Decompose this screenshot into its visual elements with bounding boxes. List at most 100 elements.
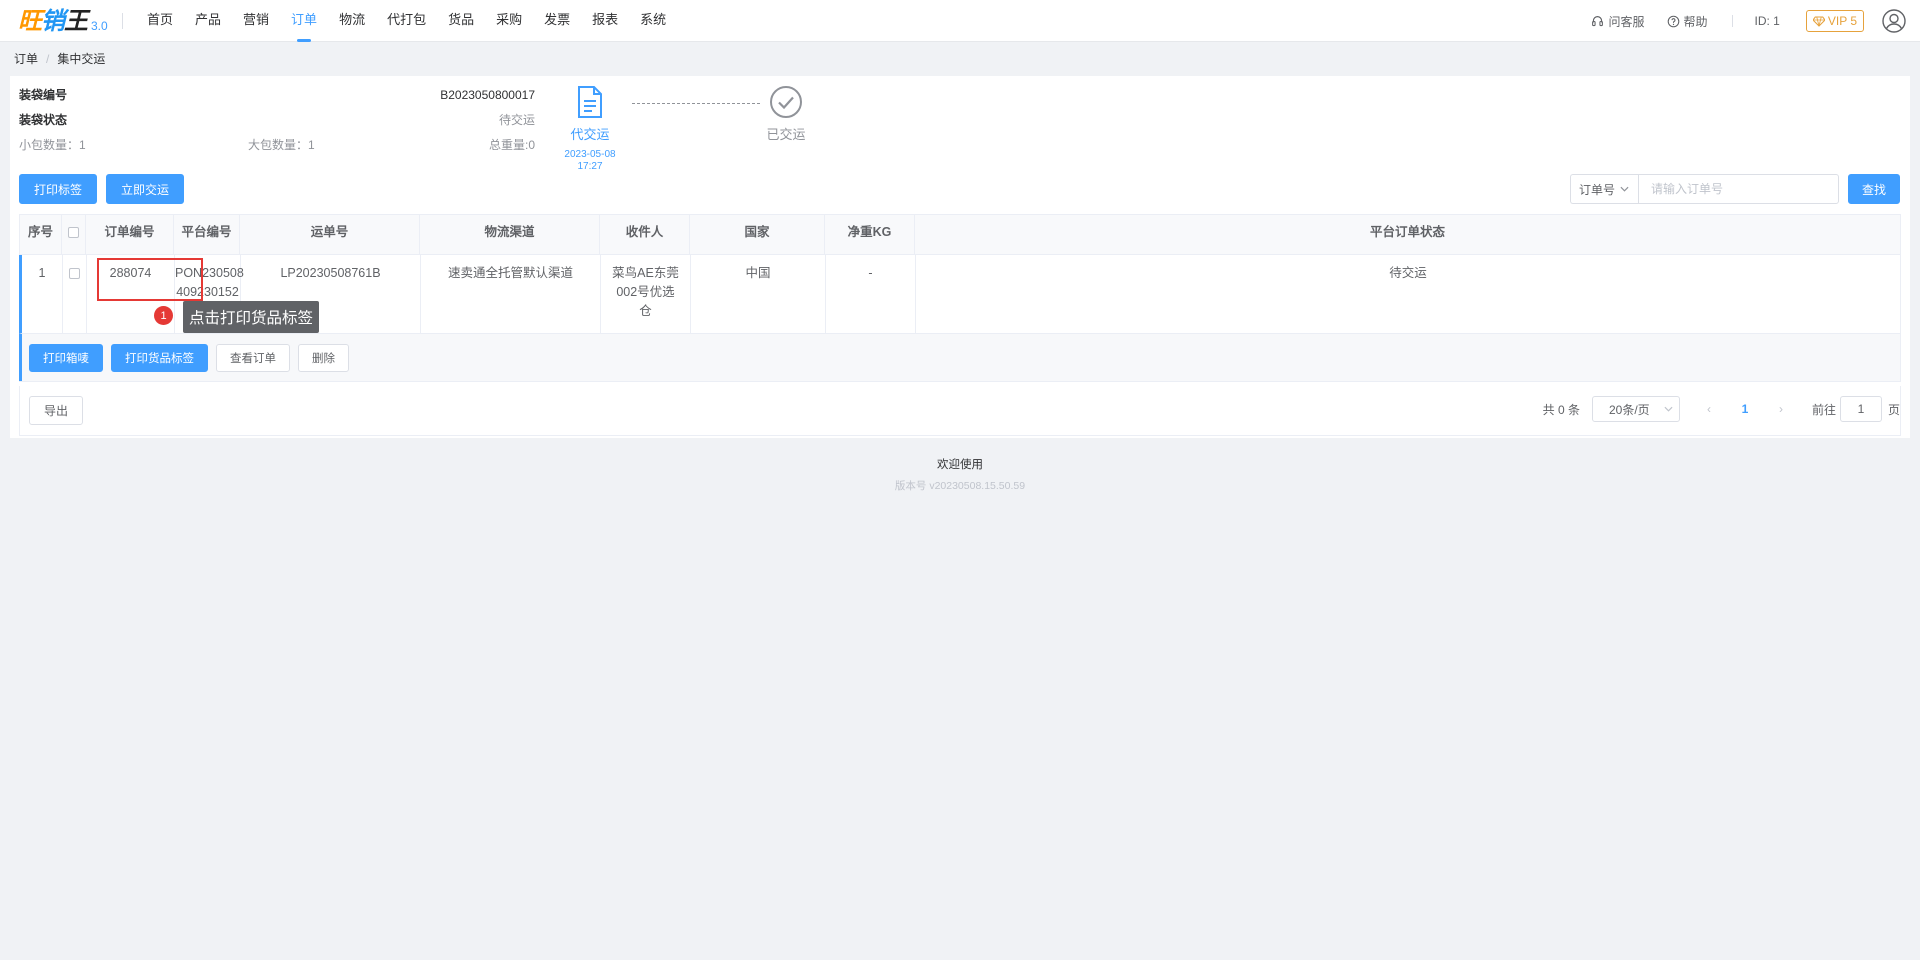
breadcrumb: 订单 / 集中交运: [14, 50, 105, 67]
breadcrumb-separator: /: [46, 51, 50, 66]
find-button[interactable]: 查找: [1847, 174, 1900, 204]
current-page[interactable]: 1: [1730, 402, 1760, 416]
step-pending-time-line: 17:27: [577, 161, 603, 172]
bag-number-label: 装袋编号: [19, 88, 68, 102]
col-header-index: 序号: [20, 215, 62, 254]
nav-item-home[interactable]: 首页: [136, 0, 184, 42]
step-pending-date: 2023-05-08 17:27: [550, 149, 630, 173]
order-search: 订单号 查找: [1569, 174, 1900, 204]
chevron-down-icon: [1620, 186, 1629, 192]
nav-item-orders[interactable]: 订单: [280, 0, 328, 42]
help-circle-icon: [1667, 15, 1679, 27]
bag-number-value: B2023050800017: [440, 88, 535, 102]
page-size-label: 20条/页: [1608, 402, 1650, 417]
print-goods-label-button[interactable]: 打印货品标签: [111, 343, 208, 372]
bag-status-row: 装袋状态 待交运: [19, 109, 535, 134]
logo-mark: 旺销王: [18, 6, 88, 35]
logo-version: 3.0: [91, 19, 108, 33]
bag-status-label: 装袋状态: [19, 113, 68, 127]
nav-item-purchase[interactable]: 采购: [485, 0, 533, 42]
app-logo[interactable]: 旺销王 3.0: [18, 6, 108, 36]
step-pending-title: 代交运: [570, 127, 610, 142]
step-shipped-title: 已交运: [766, 127, 806, 142]
footer-welcome: 欢迎使用: [937, 459, 983, 471]
goto-page: 前往 页: [1812, 396, 1900, 422]
col-header-platform-no: 平台编号: [174, 215, 240, 254]
bag-info: 装袋编号 B2023050800017 装袋状态 待交运 小包数量：1 大包数量…: [19, 84, 535, 156]
document-icon: [578, 86, 602, 118]
nav-item-goods[interactable]: 货品: [437, 0, 485, 42]
table-header: 序号 订单编号 平台编号 运单号 物流渠道 收件人 国家 净重KG 平台订单状态: [20, 215, 1900, 255]
diamond-icon: [1812, 15, 1825, 27]
big-package-count: 大包数量：1: [248, 138, 315, 152]
nav-item-marketing[interactable]: 营销: [232, 0, 280, 42]
view-order-button[interactable]: 查看订单: [216, 343, 290, 372]
breadcrumb-root[interactable]: 订单: [14, 50, 38, 67]
export-button[interactable]: 导出: [29, 396, 84, 425]
user-avatar-icon[interactable]: [1882, 9, 1906, 33]
vip-badge[interactable]: VIP 5: [1805, 10, 1864, 32]
nav-item-reports[interactable]: 报表: [581, 0, 629, 42]
small-package-count: 小包数量：1: [19, 138, 86, 152]
step-connector: [632, 103, 760, 104]
print-label-button[interactable]: 打印标签: [19, 174, 98, 204]
customer-service-label: 问客服: [1608, 14, 1645, 29]
cell-recipient: 菜鸟AE东莞 002号优选 仓: [601, 255, 691, 333]
nav-item-invoice[interactable]: 发票: [533, 0, 581, 42]
step-pending: 代交运 2023-05-08 17:27: [550, 84, 630, 173]
order-number-input[interactable]: [1637, 174, 1839, 204]
col-header-channel: 物流渠道: [420, 215, 600, 254]
nav-item-products[interactable]: 产品: [184, 0, 232, 42]
page-size-select[interactable]: 20条/页: [1591, 396, 1680, 422]
help-link[interactable]: 帮助: [1667, 13, 1708, 30]
cell-country: 中国: [691, 255, 826, 333]
next-page-button[interactable]: ›: [1768, 402, 1794, 416]
col-header-country: 国家: [690, 215, 825, 254]
help-label: 帮助: [1683, 14, 1708, 29]
cell-net-weight: -: [826, 255, 916, 333]
total-count: 共 0 条: [1542, 402, 1580, 417]
print-shipping-mark-button[interactable]: 打印箱唛: [29, 343, 103, 372]
delete-button[interactable]: 删除: [298, 343, 349, 372]
prev-page-button[interactable]: ‹: [1696, 402, 1722, 416]
col-header-platform-status: 平台订单状态: [1369, 225, 1445, 239]
header-divider: [1731, 15, 1733, 27]
customer-service-link[interactable]: 问客服: [1591, 13, 1645, 30]
search-field-select[interactable]: 订单号: [1569, 174, 1638, 204]
pagination: 共 0 条 20条/页 ‹ 1 › 前往 页: [1543, 396, 1900, 422]
col-header-select: [62, 215, 86, 254]
recipient-line1: 菜鸟AE东莞: [612, 266, 679, 280]
select-all-checkbox[interactable]: [68, 227, 79, 239]
main-panel: 装袋编号 B2023050800017 装袋状态 待交运 小包数量：1 大包数量…: [10, 76, 1910, 438]
nav-item-logistics[interactable]: 物流: [328, 0, 376, 42]
top-navigation-bar: 旺销王 3.0 首页 产品 营销 订单 物流 代打包 货品 采购 发票 报表 系…: [0, 0, 1920, 42]
bag-number-row: 装袋编号 B2023050800017: [19, 84, 535, 109]
search-field-label: 订单号: [1578, 182, 1615, 197]
footer-version: 版本号 v20230508.15.50.59: [894, 480, 1026, 492]
header-right: 问客服 帮助 ID: 1 VIP 5: [1569, 0, 1906, 42]
col-header-waybill-no: 运单号: [240, 215, 420, 254]
row-checkbox[interactable]: [69, 268, 80, 280]
nav-item-packing[interactable]: 代打包: [376, 0, 437, 42]
col-header-net-weight: 净重KG: [825, 215, 915, 254]
goto-page-input[interactable]: [1839, 396, 1882, 422]
tooltip-instruction: 点击打印货品标签: [183, 301, 320, 333]
logo-divider: [122, 13, 123, 29]
row-actions: 打印箱唛 打印货品标签 查看订单 删除: [19, 333, 1900, 381]
highlight-box: [97, 258, 203, 301]
bag-actions: 打印标签 立即交运: [19, 174, 185, 204]
table-footer: 导出 共 0 条 20条/页 ‹ 1 › 前往 页: [19, 386, 1901, 436]
headset-icon: [1592, 15, 1604, 26]
recipient-line2: 002号优选: [616, 285, 675, 299]
nav-item-system[interactable]: 系统: [629, 0, 677, 42]
total-weight: 总重量:0: [488, 138, 535, 152]
user-id: ID: 1: [1754, 14, 1780, 28]
step-pending-date-line: 2023-05-08: [564, 149, 616, 160]
cell-select: [63, 255, 87, 333]
cell-channel: 速卖通全托管默认渠道: [421, 255, 601, 333]
step-shipped: 已交运: [746, 84, 826, 143]
cell-index: 1: [22, 255, 63, 333]
check-circle-icon: [770, 86, 802, 118]
ship-now-button[interactable]: 立即交运: [106, 174, 185, 204]
order-table: 序号 订单编号 平台编号 运单号 物流渠道 收件人 国家 净重KG 平台订单状态…: [19, 214, 1901, 382]
